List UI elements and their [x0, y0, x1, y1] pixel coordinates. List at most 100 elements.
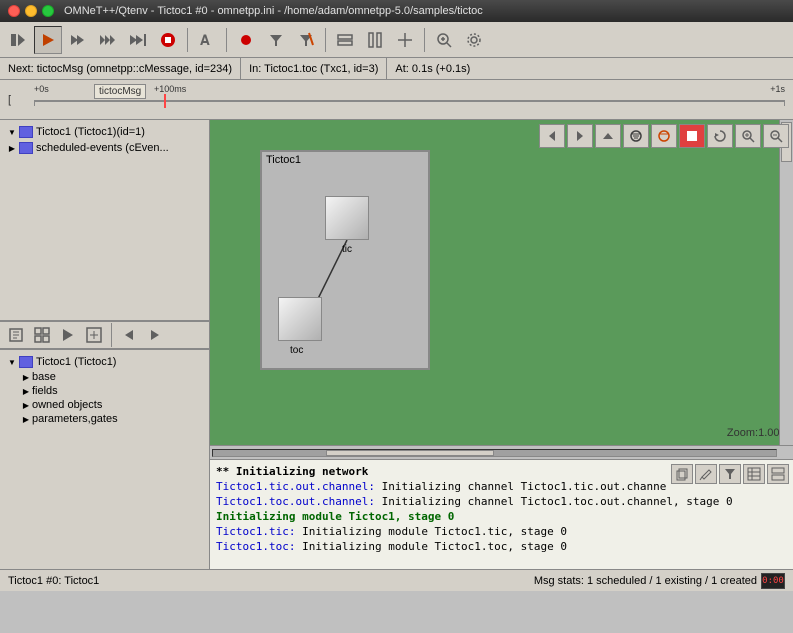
tree-item-tictoc1[interactable]: Tictoc1 (Tictoc1)(id=1) — [4, 124, 205, 140]
close-button[interactable] — [8, 5, 20, 17]
tree-item-scheduled[interactable]: scheduled-events (cEven... — [4, 140, 205, 156]
timeline-tick-mark-end — [784, 100, 785, 106]
layout-both-button[interactable] — [391, 26, 419, 54]
inspector-arrow-params-gates[interactable] — [20, 413, 32, 425]
inspector-arrow-fields[interactable] — [20, 385, 32, 397]
in-module-section: In: Tictoc1.toc (Txc1, id=3) — [241, 58, 387, 79]
tree-expand-button[interactable] — [30, 324, 54, 346]
timeline-tick-start: +0s — [34, 84, 49, 94]
scrollbar-track-h[interactable] — [212, 449, 777, 457]
zoom-in-button[interactable] — [430, 26, 458, 54]
inspector-arrow-base[interactable] — [20, 371, 32, 383]
network-diagram[interactable]: Tictoc1 — [260, 150, 430, 370]
timeline-tick-mid: +100ms — [154, 84, 186, 94]
at-time-text: At: 0.1s (+0.1s) — [395, 63, 470, 75]
inspector-item-params-gates[interactable]: parameters,gates — [4, 412, 205, 426]
left-toolbar — [0, 321, 209, 349]
log-table-button[interactable] — [743, 464, 765, 484]
until-button[interactable] — [124, 26, 152, 54]
minimize-button[interactable] — [25, 5, 37, 17]
canvas-forward-button[interactable] — [567, 124, 593, 148]
main-toolbar: 𝐀 — [0, 22, 793, 58]
inspector-icon-tictoc1 — [18, 355, 34, 369]
filter1-button[interactable] — [262, 26, 290, 54]
fast-button[interactable] — [64, 26, 92, 54]
inspector-label-params-gates: parameters,gates — [32, 413, 118, 425]
express-button[interactable] — [94, 26, 122, 54]
find-button[interactable]: 𝐀 — [193, 26, 221, 54]
log-val-3: Initializing channel Tictoc1.toc.out.cha… — [375, 495, 733, 508]
log-line-5: Tictoc1.tic: Initializing module Tictoc1… — [216, 524, 787, 539]
next-event-text: Next: tictocMsg (omnetpp::cMessage, id=2… — [8, 63, 232, 75]
scrollbar-thumb-h[interactable] — [326, 450, 495, 456]
log-filter-button[interactable] — [719, 464, 741, 484]
filter2-button[interactable] — [292, 26, 320, 54]
maximize-button[interactable] — [42, 5, 54, 17]
timeline-line — [34, 100, 785, 102]
layout-vert-button[interactable] — [361, 26, 389, 54]
inspector-label-owned-objects: owned objects — [32, 399, 102, 411]
inspector-label-tictoc1: Tictoc1 (Tictoc1) — [36, 356, 116, 368]
inspector-arrow-tictoc1[interactable] — [6, 356, 18, 368]
canvas-back-button[interactable] — [539, 124, 565, 148]
canvas-and-log: Tictoc1 — [210, 120, 793, 569]
tree-label-scheduled: scheduled-events (cEven... — [36, 142, 169, 154]
inspector-label-base: base — [32, 371, 56, 383]
layout-horiz-button[interactable] — [331, 26, 359, 54]
log-split-button[interactable] — [767, 464, 789, 484]
tree-refresh-button[interactable] — [82, 324, 106, 346]
canvas-right-scrollbar[interactable] — [779, 120, 793, 445]
log-line-3: Tictoc1.toc.out.channel: Initializing ch… — [216, 494, 787, 509]
object-tree: Tictoc1 (Tictoc1)(id=1) scheduled-events… — [0, 120, 209, 321]
at-time-section: At: 0.1s (+0.1s) — [387, 58, 478, 79]
module-icon-tictoc1 — [18, 125, 34, 139]
canvas-filter1-button[interactable] — [623, 124, 649, 148]
log-val-5: Initializing module Tictoc1.tic, stage 0 — [295, 525, 567, 538]
canvas-filter2-button[interactable] — [651, 124, 677, 148]
nav-back-button[interactable] — [117, 324, 141, 346]
tree-arrow-scheduled[interactable] — [6, 142, 18, 154]
msg-stats-text: Msg stats: 1 scheduled / 1 existing / 1 … — [534, 575, 757, 587]
timeline-msg-label: tictocMsg — [94, 84, 146, 99]
canvas-up-button[interactable] — [595, 124, 621, 148]
stop-button[interactable] — [154, 26, 182, 54]
run-button[interactable] — [34, 26, 62, 54]
log-edit-button[interactable] — [695, 464, 717, 484]
inspect-button[interactable] — [4, 324, 28, 346]
tree-arrow-tictoc1[interactable] — [6, 126, 18, 138]
log-key-3: Tictoc1.toc.out.channel: — [216, 495, 375, 508]
canvas-scrollbar[interactable] — [210, 445, 793, 459]
canvas-stop-button[interactable] — [679, 124, 705, 148]
log-key-2: Tictoc1.tic.out.channel: — [216, 480, 375, 493]
inspector-item-base[interactable]: base — [4, 370, 205, 384]
log-val-6: Initializing module Tictoc1.toc, stage 0 — [295, 540, 567, 553]
tic-node[interactable] — [325, 196, 369, 240]
canvas-zoom-in-button[interactable] — [735, 124, 761, 148]
inspector-item-tictoc1[interactable]: Tictoc1 (Tictoc1) — [4, 354, 205, 370]
record-button[interactable] — [232, 26, 260, 54]
canvas-zoom-out-button[interactable] — [763, 124, 789, 148]
inspector-label-fields: fields — [32, 385, 58, 397]
log-panel: ** Initializing network Tictoc1.tic.out.… — [210, 459, 793, 569]
inspector-item-owned-objects[interactable]: owned objects — [4, 398, 205, 412]
toc-node[interactable] — [278, 297, 322, 341]
nav-more-button[interactable] — [143, 324, 167, 346]
log-copy-button[interactable] — [671, 464, 693, 484]
settings-button[interactable] — [460, 26, 488, 54]
window-title: OMNeT++/Qtenv - Tictoc1 #0 - omnetpp.ini… — [64, 5, 483, 17]
window-controls — [8, 5, 54, 17]
titlebar: OMNeT++/Qtenv - Tictoc1 #0 - omnetpp.ini… — [0, 0, 793, 22]
log-key-6: Tictoc1.toc: — [216, 540, 295, 553]
inspector-arrow-owned-objects[interactable] — [20, 399, 32, 411]
step-button[interactable] — [4, 26, 32, 54]
log-line-4: Initializing module Tictoc1, stage 0 — [216, 509, 787, 524]
canvas-area[interactable]: Tictoc1 — [210, 120, 793, 445]
canvas-refresh-button[interactable] — [707, 124, 733, 148]
status-bottom-right: Msg stats: 1 scheduled / 1 existing / 1 … — [534, 573, 785, 589]
inspector-item-fields[interactable]: fields — [4, 384, 205, 398]
zoom-label: Zoom:1.00x — [727, 427, 785, 439]
network-title: Tictoc1 — [262, 152, 428, 168]
module-icon-scheduled — [18, 141, 34, 155]
tree-collapse-button[interactable] — [56, 324, 80, 346]
svg-text:𝐀: 𝐀 — [200, 32, 210, 48]
